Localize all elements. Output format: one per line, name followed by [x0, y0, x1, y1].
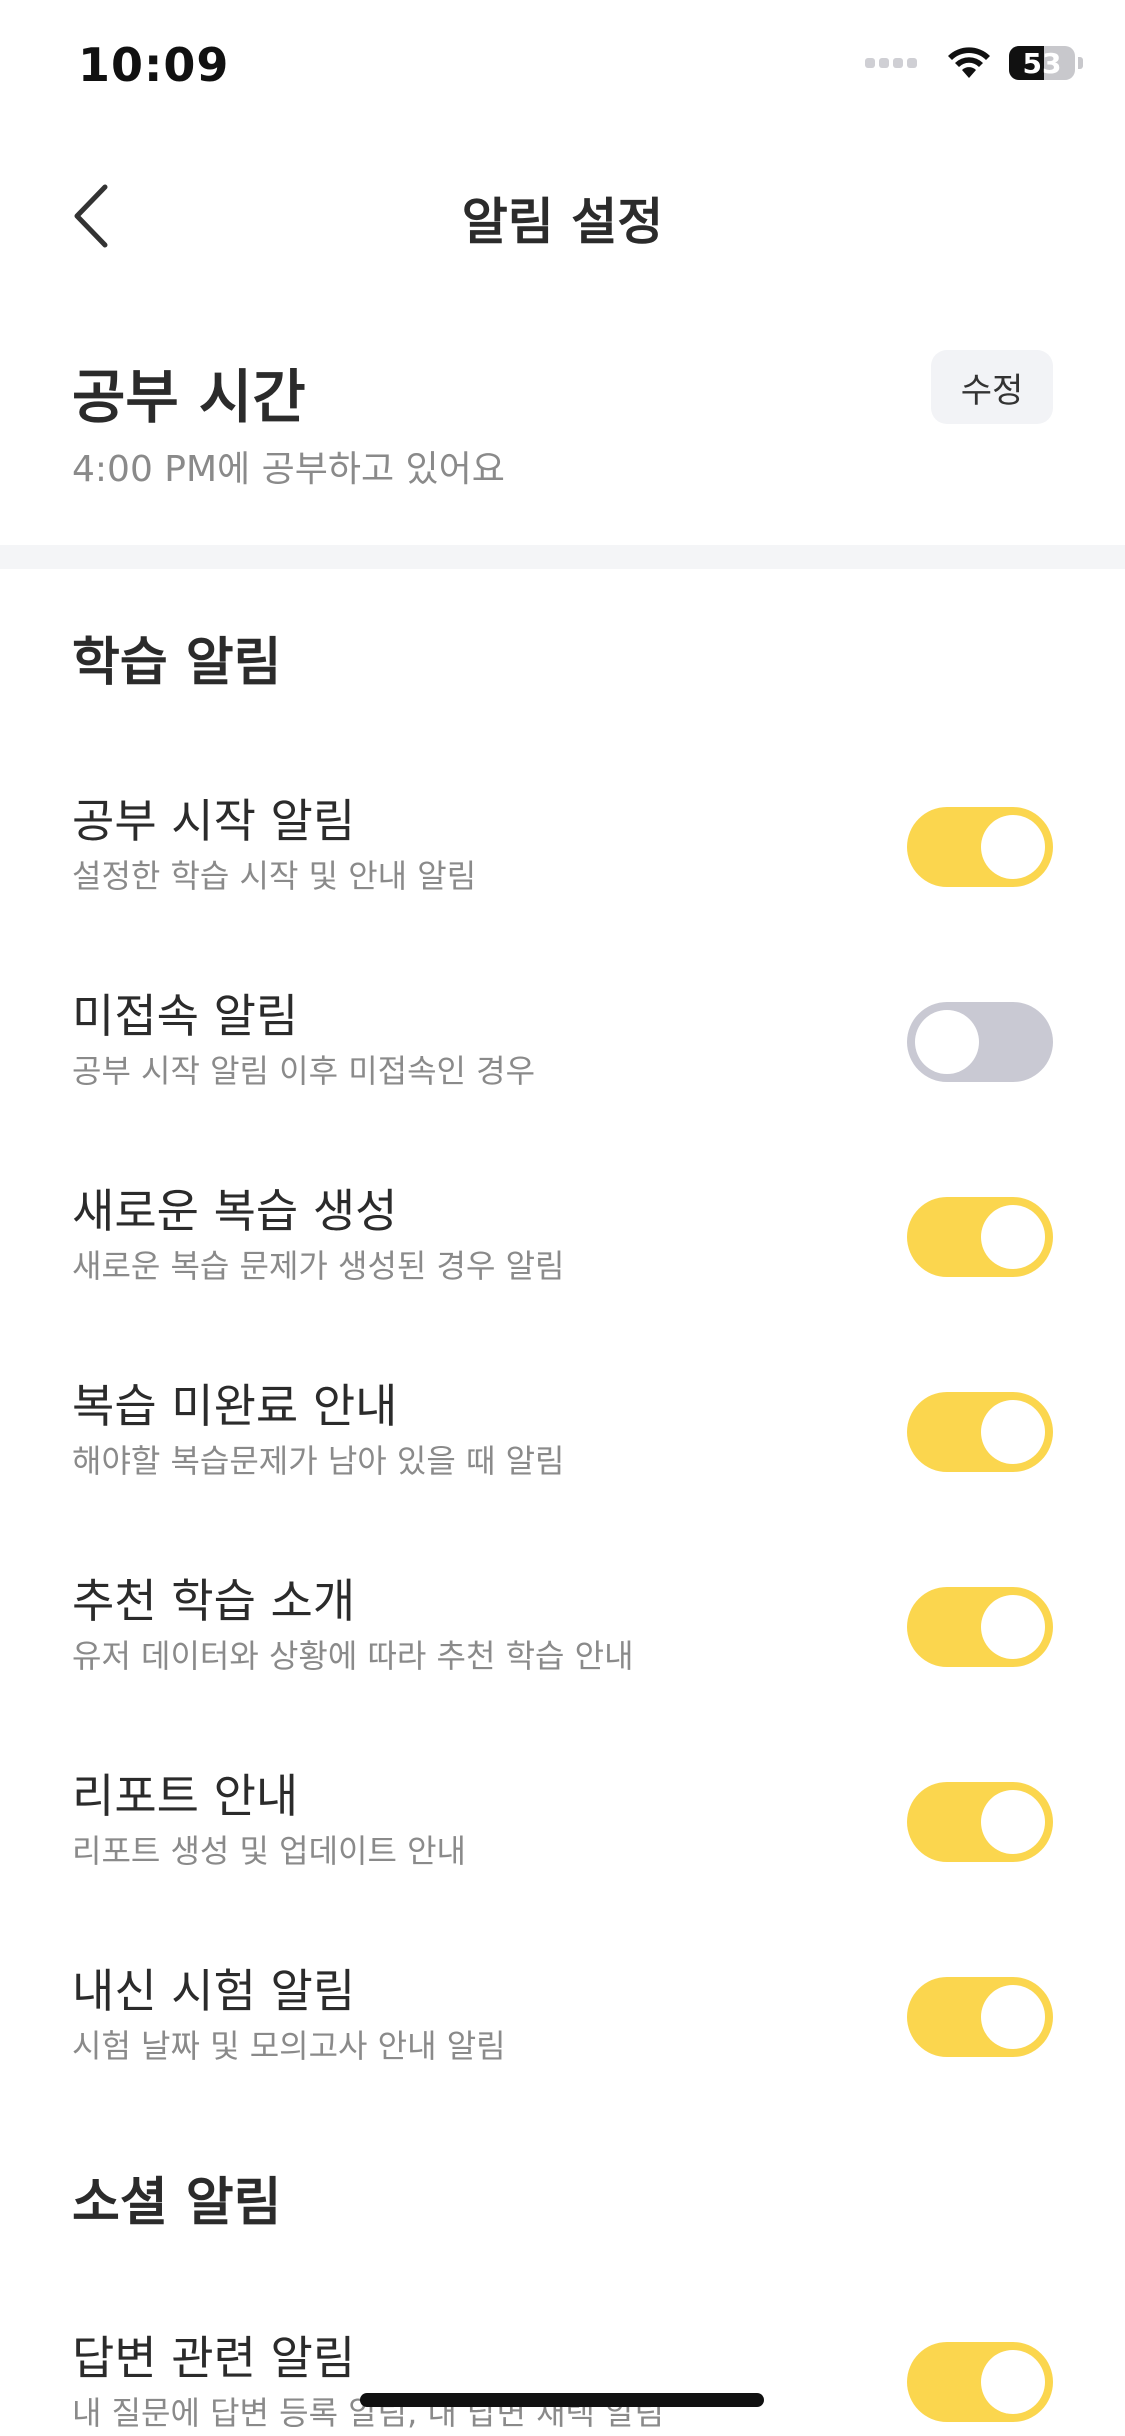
battery-icon: 53 — [1009, 46, 1075, 80]
new-review-toggle[interactable] — [907, 1197, 1053, 1277]
setting-title: 내신 시험 알림 — [72, 1964, 356, 2018]
setting-row-new-review: 새로운 복습 생성 새로운 복습 문제가 생성된 경우 알림 — [0, 1175, 1125, 1315]
setting-title: 리포트 안내 — [72, 1769, 299, 1823]
study-start-toggle[interactable] — [907, 807, 1053, 887]
status-indicators: 53 — [865, 46, 1083, 80]
setting-row-recommended: 추천 학습 소개 유저 데이터와 상황에 따라 추천 학습 안내 — [0, 1565, 1125, 1705]
study-time-subtitle: 4:00 PM에 공부하고 있어요 — [72, 449, 505, 490]
setting-description: 해야할 복습문제가 남아 있을 때 알림 — [72, 1442, 565, 1480]
setting-description: 유저 데이터와 상황에 따라 추천 학습 안내 — [72, 1637, 634, 1675]
setting-title: 공부 시작 알림 — [72, 794, 356, 848]
learning-section-title: 학습 알림 — [72, 633, 282, 693]
status-time: 10:09 — [78, 38, 230, 92]
review-incomplete-toggle[interactable] — [907, 1392, 1053, 1472]
setting-row-study-start: 공부 시작 알림 설정한 학습 시작 및 안내 알림 — [0, 785, 1125, 925]
notification-settings-screen: 10:09 53 알림 설정 공부 시간 4:00 PM에 공부하고 있어요 수… — [0, 0, 1125, 2436]
home-indicator — [360, 2393, 764, 2407]
setting-description: 설정한 학습 시작 및 안내 알림 — [72, 857, 477, 895]
battery-level: 53 — [1022, 46, 1062, 80]
cellular-signal-icon — [865, 58, 921, 68]
setting-row-exam: 내신 시험 알림 시험 날짜 및 모의고사 안내 알림 — [0, 1955, 1125, 2095]
setting-title: 미접속 알림 — [72, 989, 299, 1043]
edit-study-time-button[interactable]: 수정 — [931, 350, 1053, 424]
exam-alert-toggle[interactable] — [907, 1977, 1053, 2057]
study-time-section: 공부 시간 4:00 PM에 공부하고 있어요 수정 — [0, 330, 1125, 545]
study-time-title: 공부 시간 — [72, 363, 306, 431]
setting-description: 공부 시작 알림 이후 미접속인 경우 — [72, 1052, 536, 1090]
social-section-title: 소셜 알림 — [72, 2173, 282, 2233]
answer-alert-toggle[interactable] — [907, 2342, 1053, 2422]
setting-description: 리포트 생성 및 업데이트 안내 — [72, 1832, 466, 1870]
wifi-icon — [948, 47, 990, 78]
setting-row-answer: 답변 관련 알림 내 질문에 답변 등록 알림, 내 답변 채택 알림 — [0, 2322, 1125, 2436]
setting-row-report: 리포트 안내 리포트 생성 및 업데이트 안내 — [0, 1760, 1125, 1900]
setting-row-inactive: 미접속 알림 공부 시작 알림 이후 미접속인 경우 — [0, 980, 1125, 1120]
page-title: 알림 설정 — [461, 193, 664, 251]
setting-title: 추천 학습 소개 — [72, 1574, 356, 1628]
navigation-bar: 알림 설정 — [0, 160, 1125, 270]
setting-title: 새로운 복습 생성 — [72, 1184, 398, 1238]
setting-row-review-incomplete: 복습 미완료 안내 해야할 복습문제가 남아 있을 때 알림 — [0, 1370, 1125, 1510]
setting-title: 복습 미완료 안내 — [72, 1379, 398, 1433]
report-toggle[interactable] — [907, 1782, 1053, 1862]
setting-description: 시험 날짜 및 모의고사 안내 알림 — [72, 2027, 506, 2065]
setting-description: 새로운 복습 문제가 생성된 경우 알림 — [72, 1247, 565, 1285]
status-bar: 10:09 53 — [0, 0, 1125, 140]
setting-title: 답변 관련 알림 — [72, 2331, 356, 2385]
inactive-alert-toggle[interactable] — [907, 1002, 1053, 1082]
section-divider — [0, 545, 1125, 569]
recommended-learning-toggle[interactable] — [907, 1587, 1053, 1667]
